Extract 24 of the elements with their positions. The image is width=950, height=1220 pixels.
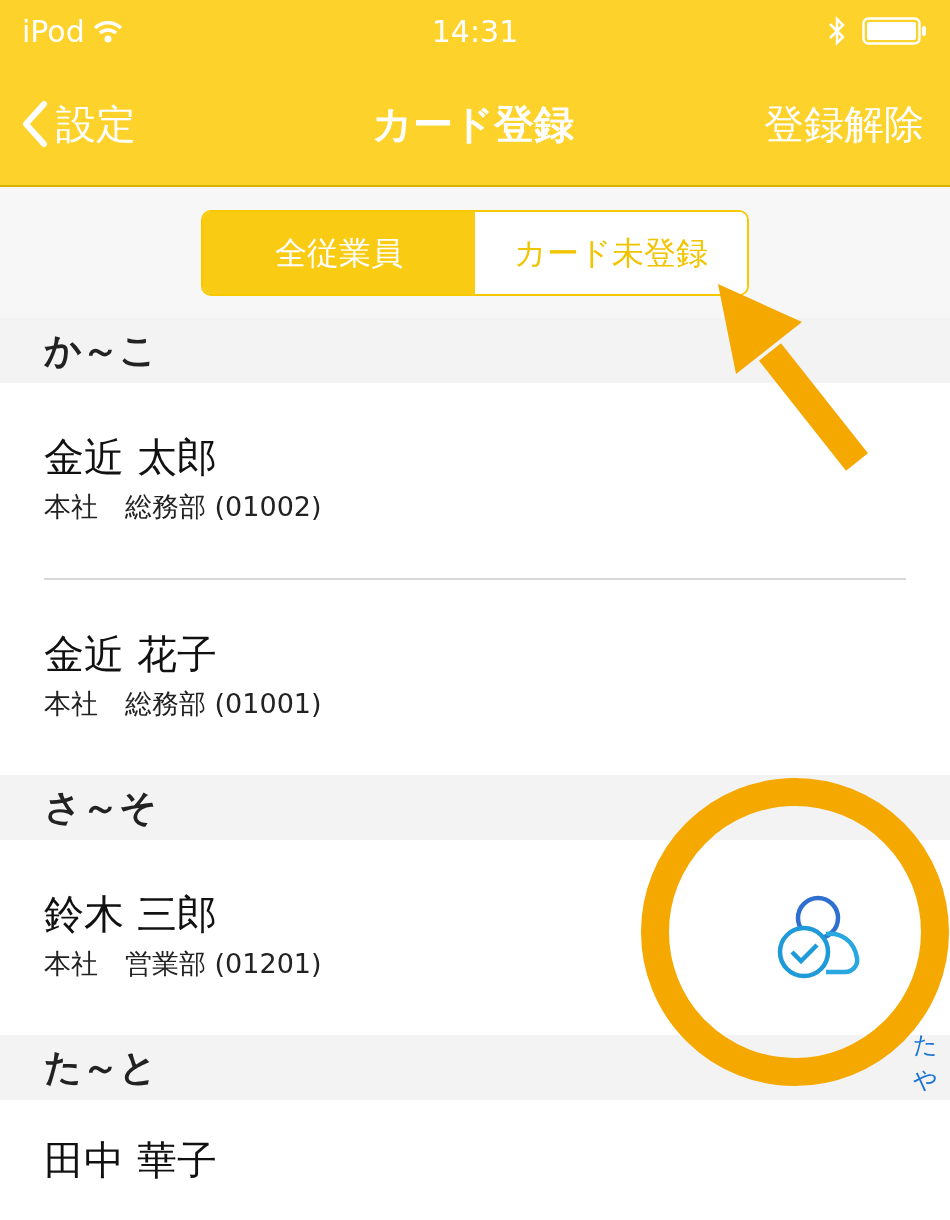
battery-icon bbox=[862, 17, 928, 45]
segment-tab[interactable]: 全従業員 bbox=[203, 211, 475, 294]
employee-name: 鈴木 三郎 bbox=[44, 890, 217, 939]
unregister-button[interactable]: 登録解除 bbox=[764, 93, 924, 154]
section-header: さ～そ bbox=[44, 784, 157, 831]
employee-detail: 本社 総務部 (01002) bbox=[44, 490, 323, 525]
screen-title: カード登録 bbox=[372, 99, 574, 149]
index-letter[interactable]: や bbox=[913, 1062, 938, 1098]
status-time: 14:31 bbox=[431, 12, 519, 51]
back-chevron-icon bbox=[22, 100, 48, 147]
section-header: た～と bbox=[44, 1044, 157, 1091]
person-check-icon bbox=[777, 895, 860, 979]
employee-name: 金近 太郎 bbox=[44, 433, 217, 482]
employee-name: 田中 華子 bbox=[44, 1136, 217, 1184]
wifi-icon bbox=[92, 19, 123, 43]
bluetooth-icon bbox=[828, 15, 846, 47]
segment-tab[interactable]: カード未登録 bbox=[475, 211, 747, 294]
employee-detail: 本社 総務部 (01001) bbox=[44, 687, 323, 722]
carrier-name: iPod bbox=[22, 12, 85, 51]
back-button[interactable]: 設定 bbox=[22, 93, 136, 154]
employee-detail: 本社 営業部 (01201) bbox=[44, 947, 323, 982]
section-header: か～こ bbox=[44, 327, 157, 374]
employee-name: 金近 花子 bbox=[44, 630, 217, 679]
index-letter[interactable]: た bbox=[913, 1028, 938, 1063]
